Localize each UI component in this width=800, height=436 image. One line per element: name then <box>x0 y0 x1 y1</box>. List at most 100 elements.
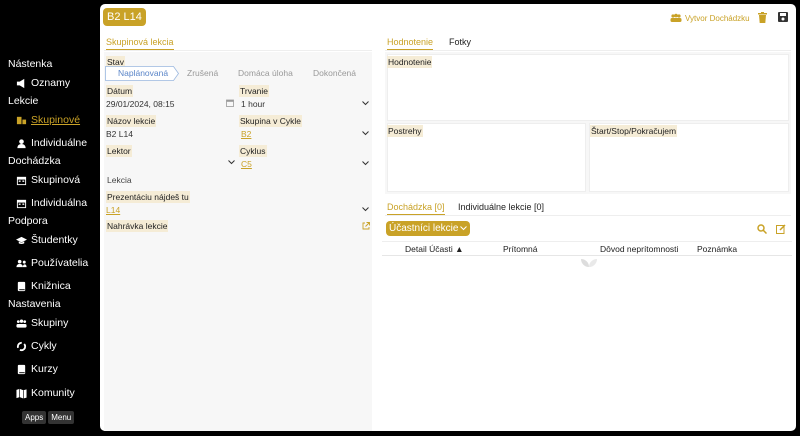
chevron-down-icon[interactable] <box>362 101 369 106</box>
people-group-icon <box>16 319 27 328</box>
status-step-dokoncena[interactable]: Dokončená <box>313 68 356 78</box>
duration-label: Trvanie <box>239 85 270 97</box>
status-step-zrusena[interactable]: Zrušená <box>187 68 218 78</box>
sidebar-item-skupinove[interactable]: Skupinové <box>16 114 80 126</box>
sidebar-item-label: Kurzy <box>31 363 58 375</box>
divider <box>382 255 792 256</box>
page-title: B2 L14 <box>103 8 146 26</box>
date-field[interactable]: 29/01/2024, 08:15 <box>106 99 175 109</box>
column-header-detail[interactable]: Detail Účasti ▲ <box>405 244 463 254</box>
sidebar-item-individualne[interactable]: Individuálne <box>16 137 87 149</box>
sidebar-item-pouzivatelia[interactable]: Používatelia <box>16 257 88 269</box>
sidebar-item-label: Cykly <box>31 340 57 352</box>
sidebar-item-studentky[interactable]: Študentky <box>16 234 78 246</box>
lesson-section-label: Lekcia <box>107 175 132 185</box>
chevron-down-icon[interactable] <box>228 160 235 165</box>
chevron-down-icon[interactable] <box>362 207 369 212</box>
sidebar-item-label: Komunity <box>31 387 75 399</box>
trash-icon[interactable] <box>758 12 767 23</box>
sidebar-item-cykly[interactable]: Cykly <box>16 340 57 352</box>
tab-hodnotenie[interactable]: Hodnotenie <box>387 37 434 50</box>
column-header-pritomna[interactable]: Prítomná <box>503 244 538 254</box>
date-label: Dátum <box>106 85 134 97</box>
group-label: Skupina v Cykle <box>239 115 302 127</box>
tab-skupinova-lekcia[interactable]: Skupinová lekcia <box>106 37 174 50</box>
users-icon <box>670 13 682 22</box>
lesson-name-label: Názov lekcie <box>106 115 157 127</box>
sidebar-item-skupiny[interactable]: Skupiny <box>16 317 68 329</box>
tab-individualne-lekcie[interactable]: Individuálne lekcie [0] <box>458 202 544 212</box>
sidebar-item-dochadzka-individualna[interactable]: Individuálna <box>16 197 87 209</box>
status-step-naplanovana[interactable]: Naplánovaná <box>118 68 168 78</box>
sidebar-item-oznamy[interactable]: Oznamy <box>16 77 70 89</box>
sidebar-item-dochadzka-skupinova[interactable]: Skupinová <box>16 174 80 186</box>
loading-icon <box>581 259 597 267</box>
sidebar-section-dochadzka: Dochádzka <box>8 155 61 167</box>
top-bar: B2 L14 Vytvor Dochádzku <box>100 4 796 32</box>
book-icon <box>17 364 26 374</box>
lesson-name-field[interactable]: B2 L14 <box>106 129 133 139</box>
save-icon[interactable] <box>778 12 788 22</box>
column-header-poznamka[interactable]: Poznámka <box>697 244 737 254</box>
sidebar-item-komunity[interactable]: Komunity <box>16 387 75 399</box>
presentation-link[interactable]: L14 <box>106 205 120 215</box>
graduation-cap-icon <box>16 236 27 244</box>
apps-button[interactable]: Apps <box>22 411 47 424</box>
sidebar-bottom-buttons: Apps Menu <box>22 411 75 424</box>
status-step-domaca-uloha[interactable]: Domáca úloha <box>238 68 293 78</box>
participants-button[interactable]: Účastníci lekcie <box>386 221 471 236</box>
sidebar-item-label: Individuálne <box>31 137 88 149</box>
calendar-icon[interactable] <box>226 99 234 107</box>
main-panel: B2 L14 Vytvor Dochádzku Skupinová lekcia… <box>100 4 796 431</box>
external-link-icon[interactable] <box>362 222 370 230</box>
divider <box>385 50 791 51</box>
start-stop-label: Štart/Stop/Pokračujem <box>590 125 678 137</box>
tab-dochadzka[interactable]: Dochádzka [0] <box>387 202 445 215</box>
group-link[interactable]: B2 <box>241 129 251 139</box>
sidebar-item-label: Skupiny <box>31 317 69 329</box>
recording-label: Nahrávka lekcie <box>106 220 169 232</box>
sidebar-item-label: Oznamy <box>31 77 71 89</box>
sidebar-item-label: Individuálna <box>31 197 88 209</box>
chevron-down-icon[interactable] <box>362 131 369 136</box>
sidebar: Nástenka Oznamy Lekcie Skupinové Individ… <box>0 0 98 436</box>
sidebar-item-label: Skupinové <box>31 114 81 126</box>
sidebar-item-label: Študentky <box>31 234 78 246</box>
divider <box>385 215 791 216</box>
participants-label: Účastníci lekcie <box>389 223 459 234</box>
menu-button[interactable]: Menu <box>48 411 75 424</box>
sidebar-section-nastavenia: Nastavenia <box>8 298 61 310</box>
duration-select[interactable]: 1 hour <box>241 99 265 109</box>
cycle-icon <box>16 341 27 351</box>
sidebar-item-label: Používatelia <box>31 257 89 269</box>
chevron-down-icon[interactable] <box>362 161 369 166</box>
edit-icon[interactable] <box>776 224 786 234</box>
sidebar-item-kurzy[interactable]: Kurzy <box>16 363 58 375</box>
column-header-dovod[interactable]: Dôvod neprítomnosti <box>600 244 678 254</box>
sidebar-item-label: Knižnica <box>31 280 71 292</box>
users-icon <box>16 259 27 267</box>
calendar-icon <box>16 176 27 185</box>
sidebar-section-podpora: Podpora <box>8 215 48 227</box>
chevron-down-icon <box>460 226 468 231</box>
sidebar-item-label: Skupinová <box>31 174 81 186</box>
presentation-label: Prezentáciu nájdeš tu <box>106 191 190 203</box>
sidebar-item-kniznica[interactable]: Knižnica <box>16 280 71 292</box>
divider <box>104 50 372 51</box>
cycle-link[interactable]: C5 <box>241 159 252 169</box>
sidebar-section-nastenka: Nástenka <box>8 58 53 70</box>
lecturer-label: Lektor <box>106 145 132 157</box>
search-icon[interactable] <box>757 224 767 234</box>
user-icon <box>17 138 26 148</box>
divider <box>382 241 792 242</box>
tab-fotky[interactable]: Fotky <box>449 37 471 47</box>
book-icon <box>17 281 26 291</box>
calendar-icon <box>16 199 27 208</box>
sidebar-section-lekcie: Lekcie <box>8 95 39 107</box>
megaphone-icon <box>16 78 25 88</box>
create-attendance-label: Vytvor Dochádzku <box>685 13 750 23</box>
group-lesson-icon <box>16 116 27 124</box>
evaluation-box[interactable] <box>387 54 789 121</box>
notes-label: Postrehy <box>387 125 423 137</box>
create-attendance-button[interactable]: Vytvor Dochádzku <box>670 13 750 23</box>
